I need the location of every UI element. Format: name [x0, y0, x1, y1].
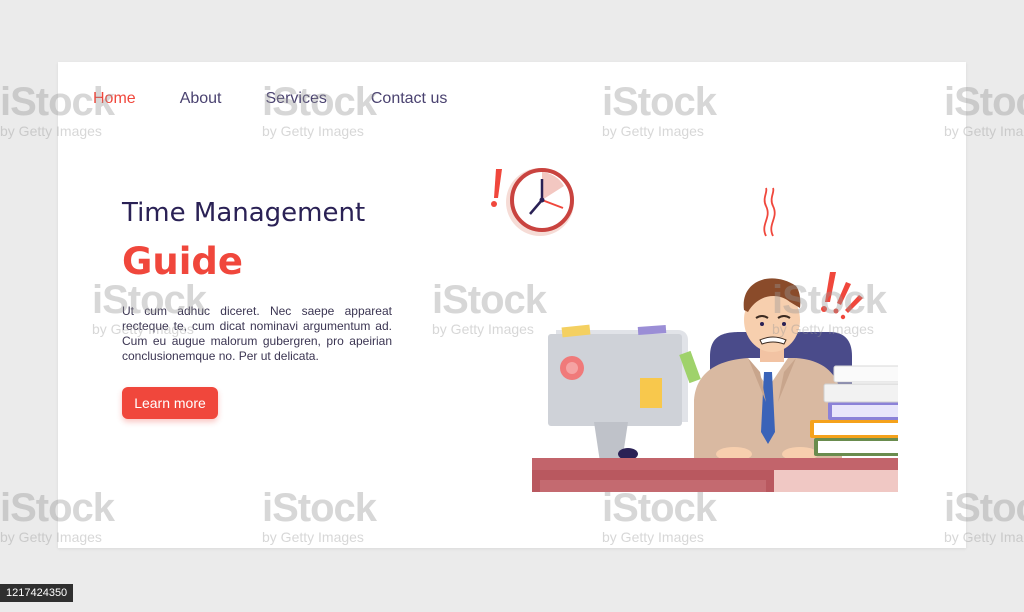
exclamation-icon [491, 169, 502, 207]
exclamation-icon [821, 272, 863, 320]
hero-title: Time Management [122, 198, 366, 228]
desk-icon [532, 458, 898, 492]
main-nav: Home About Services Contact us [93, 90, 491, 108]
nav-home-link[interactable]: Home [93, 90, 136, 108]
hero-subtitle: Guide [122, 240, 243, 283]
clock-icon [506, 168, 574, 236]
nav-services-link[interactable]: Services [266, 90, 327, 108]
computer-monitor-icon [548, 324, 701, 466]
nav-contact-link[interactable]: Contact us [371, 90, 447, 108]
stressed-worker-illustration [491, 168, 898, 492]
nav-about-link[interactable]: About [180, 90, 222, 108]
learn-more-button[interactable]: Learn more [122, 387, 218, 419]
hero-body-text: Ut cum adhuc diceret. Nec saepe appareat… [122, 304, 392, 363]
landing-page-card: Home About Services Contact us Time Mana… [58, 62, 966, 548]
stock-image-id: 1217424350 [0, 584, 74, 602]
